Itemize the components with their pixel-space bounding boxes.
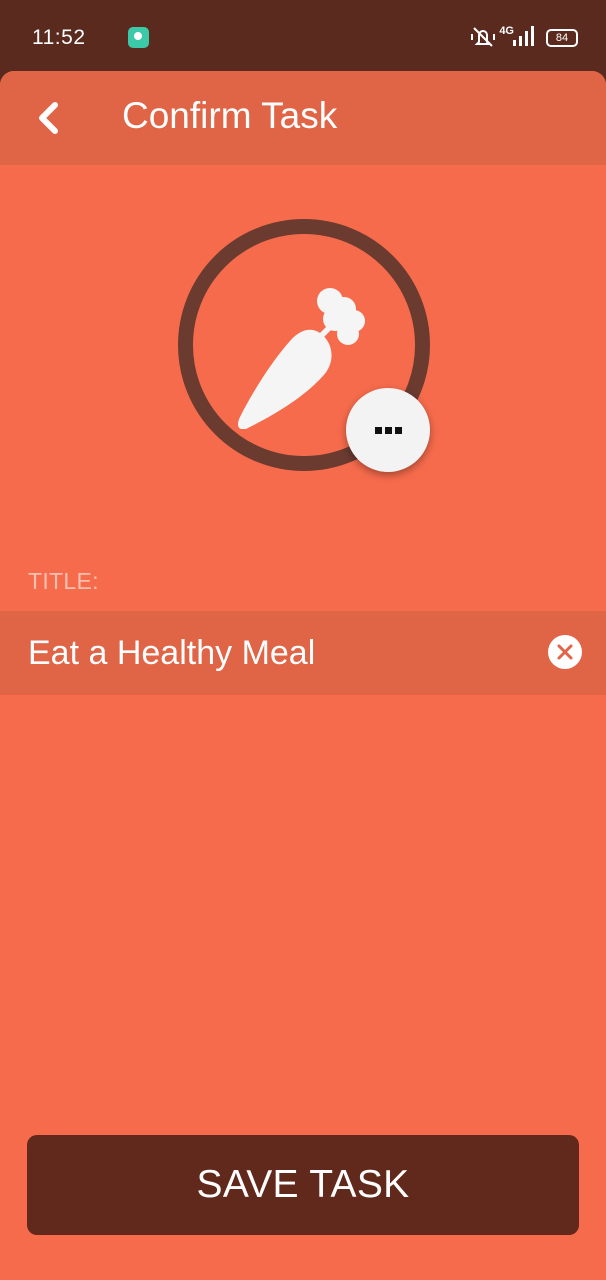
clear-title-button[interactable] (548, 635, 582, 669)
vibrate-mute-icon (471, 27, 495, 47)
signal-icon (513, 26, 534, 46)
app-notification-icon (128, 27, 149, 48)
clear-circle-icon (557, 644, 573, 660)
status-bar: 11:52 4G 84 (0, 0, 606, 72)
ellipsis-icon (374, 426, 402, 434)
title-field-row (0, 611, 606, 695)
chevron-left-icon (39, 102, 58, 134)
battery-icon: 84 (546, 29, 578, 47)
confirm-task-screen: Confirm Task TITLE: SAVE TASK (0, 71, 606, 1280)
app-bar: Confirm Task (0, 71, 606, 165)
icon-options-button[interactable] (346, 388, 430, 472)
page-title: Confirm Task (122, 95, 338, 136)
status-time: 11:52 (32, 26, 86, 49)
title-label: TITLE: (28, 568, 99, 594)
title-input[interactable] (28, 611, 528, 695)
back-button[interactable] (26, 95, 70, 141)
save-task-button[interactable]: SAVE TASK (27, 1135, 579, 1235)
